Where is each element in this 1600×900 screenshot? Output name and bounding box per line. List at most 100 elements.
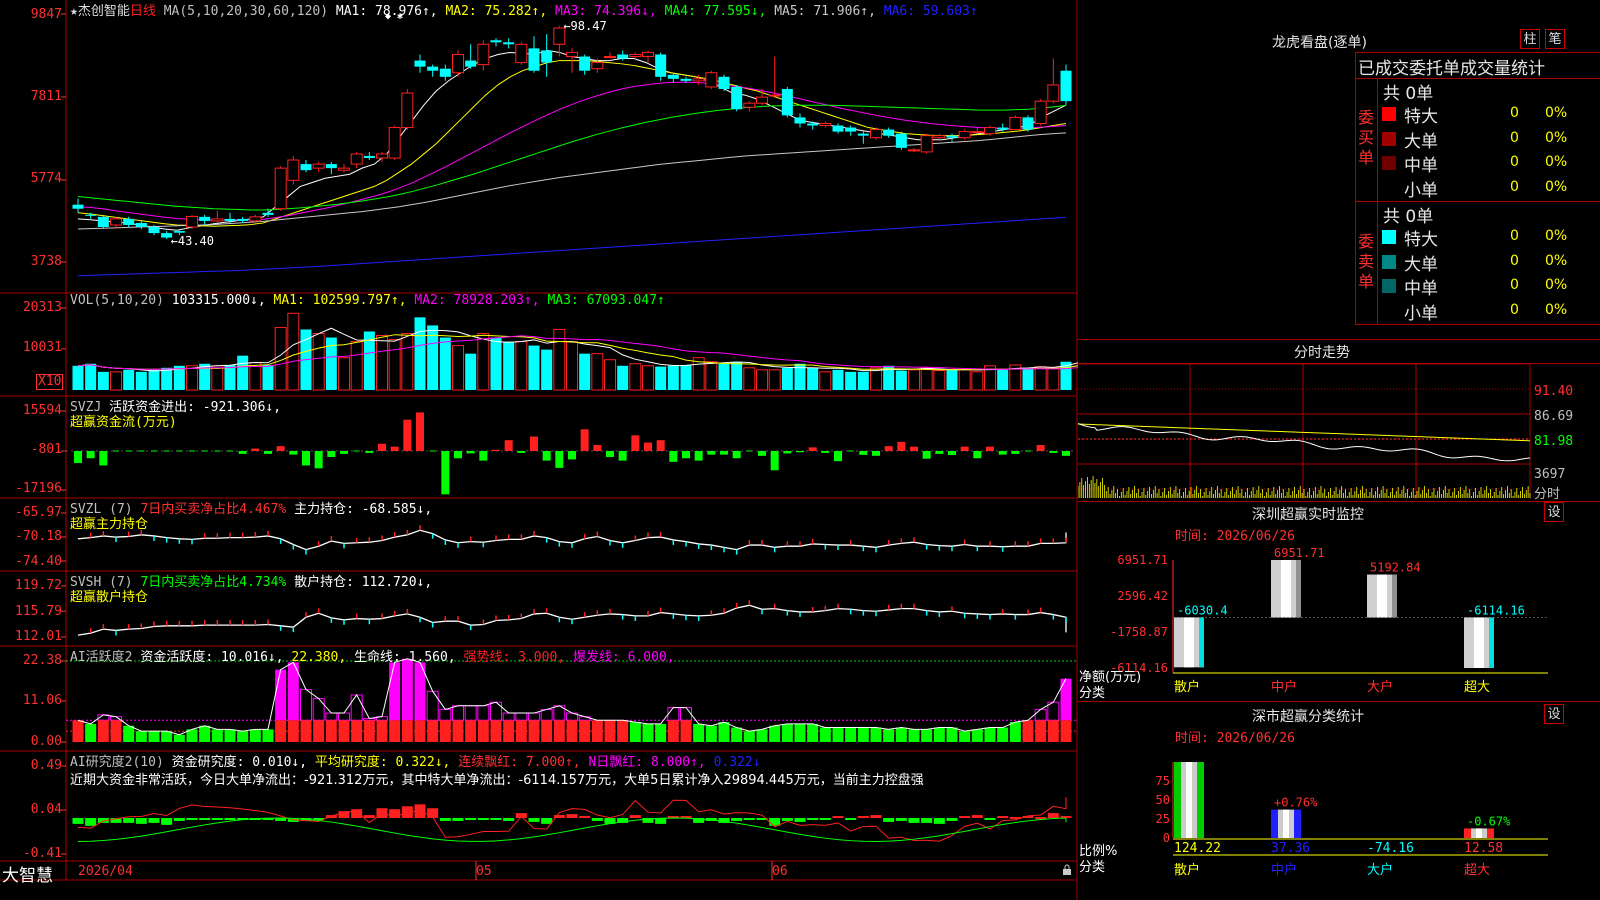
candle-down	[414, 60, 426, 67]
volume-bar	[756, 369, 768, 391]
flow-bar	[732, 451, 741, 459]
lhb-title: 龙虎看盘(逐单)	[1272, 35, 1367, 51]
volume-bar	[946, 369, 958, 390]
flow-bar	[1049, 451, 1058, 453]
candle-down	[1060, 70, 1072, 102]
intraday-chart[interactable]	[1078, 364, 1600, 504]
activity-bar	[743, 731, 755, 742]
research-bar	[351, 809, 363, 818]
research-bar	[566, 814, 578, 818]
flow-bar	[555, 451, 564, 468]
activity-bar	[794, 723, 806, 742]
brand-logo[interactable]: 大智慧	[2, 861, 53, 886]
classify-value-label: -74.16	[1367, 841, 1414, 856]
research-bar	[845, 818, 857, 820]
volume-bar	[705, 361, 718, 391]
activity-bar	[376, 720, 388, 742]
time-axis-label: 05	[476, 864, 492, 879]
flow-bar	[365, 451, 374, 453]
intraday-vol-label: 3697	[1534, 467, 1566, 482]
research-bar	[477, 818, 489, 820]
candle-down	[224, 218, 236, 221]
color-swatch	[1382, 303, 1396, 318]
tick-view-button[interactable]: 笔	[1545, 29, 1565, 49]
intraday-price-line	[1078, 423, 1531, 462]
vol-unit-badge[interactable]: X10	[36, 374, 64, 390]
order-count: 0	[1510, 301, 1519, 318]
order-pct: 0%	[1545, 277, 1568, 293]
bar-highlight	[1184, 617, 1194, 668]
activity-bar	[262, 729, 274, 742]
flow-bar	[998, 451, 1007, 455]
activity-bar	[452, 720, 464, 742]
legend-item: 22.380,	[291, 650, 355, 665]
research-bar	[224, 818, 236, 820]
activity-bar	[946, 727, 958, 742]
activity-bar	[540, 708, 553, 721]
volume-bar	[971, 371, 984, 391]
volume-bar	[312, 332, 325, 391]
bar-view-button[interactable]: 柱	[1520, 29, 1540, 49]
volume-bar	[135, 371, 147, 390]
activity-bar	[490, 720, 502, 742]
flow-bar	[694, 451, 703, 461]
volume-bar	[148, 369, 160, 390]
legend-item: 生命线: 1.560,	[354, 650, 464, 665]
candle-up	[1047, 84, 1060, 102]
classify-value-label: 12.58	[1464, 841, 1503, 856]
lock-icon[interactable]	[1062, 864, 1072, 880]
flow-bar	[314, 451, 323, 469]
lhb-heading: 已成交委托单成交量统计	[1358, 59, 1545, 79]
activity-bar	[1022, 720, 1034, 742]
legend-item: AI活跃度2	[70, 650, 141, 665]
flow-bar	[403, 419, 412, 451]
flow-bar	[656, 440, 665, 451]
order-pct: 0%	[1545, 178, 1568, 195]
flow-bar	[606, 451, 614, 458]
volume-bar	[503, 341, 515, 390]
time-axis-label: 2026/04	[78, 864, 133, 879]
candle-up	[1034, 100, 1047, 124]
activity-bar	[389, 720, 401, 742]
activity-bar	[870, 727, 882, 742]
svzl-y-label: -65.97	[15, 505, 62, 520]
period-label[interactable]: 日线	[130, 4, 156, 19]
volume-bar	[224, 364, 236, 390]
candle-down	[237, 218, 249, 221]
volume-bar	[591, 353, 604, 391]
activity-bar	[604, 720, 616, 742]
ai2-y-label: 0.49	[30, 758, 62, 773]
candle-up	[908, 149, 920, 152]
activity-bar	[553, 720, 565, 742]
classify-y-label: 25	[1156, 812, 1170, 826]
flow-bar	[593, 444, 602, 451]
flow-bar	[327, 451, 336, 458]
candle-up	[591, 62, 604, 70]
flow-bar	[960, 446, 969, 451]
research-bar	[908, 818, 920, 823]
volume-bar	[1047, 367, 1060, 391]
low-annotation: ←43.40	[171, 234, 214, 248]
event-markers[interactable]: ◆ ✱	[385, 11, 403, 22]
monitor-chart[interactable]: 6951.71 2596.42 -1758.87 -6114.16 -6030.4 散户 6…	[1078, 502, 1600, 702]
candle-up	[971, 131, 984, 134]
candle-down	[465, 60, 477, 67]
volume-bar	[439, 337, 451, 390]
flow-bar	[302, 451, 310, 466]
candle-down	[794, 117, 806, 124]
activity-bar	[883, 729, 895, 742]
monitor-value-label: 5192.84	[1370, 561, 1421, 575]
volume-bar	[958, 369, 971, 391]
kline-y-label: 5774	[30, 171, 62, 186]
flow-bar	[530, 436, 538, 451]
activity-bar	[857, 727, 869, 742]
color-swatch	[1382, 107, 1396, 121]
research-bar	[1047, 813, 1059, 818]
volume-bar	[857, 371, 869, 390]
activity-bar	[579, 720, 591, 742]
classify-chart[interactable]: 75 50 25 0 124.22 散户 +0.76% 37.36 中户 -74.16 大户 -0.6…	[1078, 700, 1600, 900]
candle-down	[427, 66, 439, 71]
candle-down	[857, 133, 869, 136]
bar-highlight	[1476, 828, 1482, 838]
intraday-y-label: 91.40	[1534, 384, 1574, 399]
